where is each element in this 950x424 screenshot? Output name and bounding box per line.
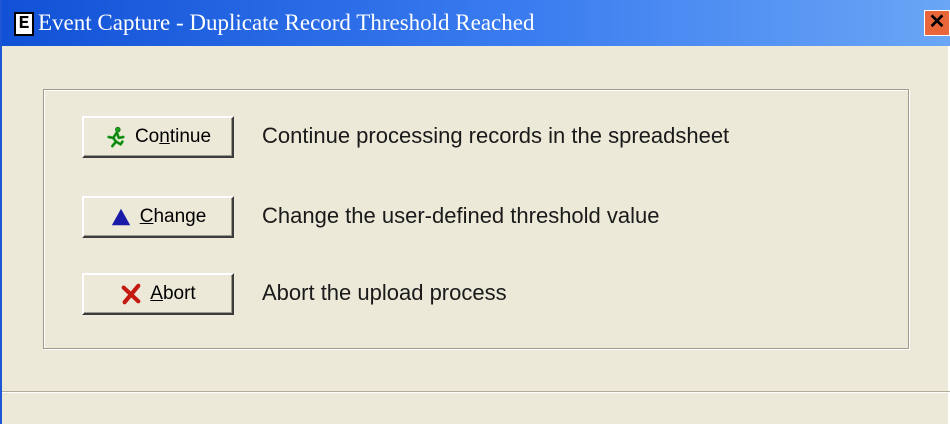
abort-description: Abort the upload process: [262, 280, 507, 305]
abort-button[interactable]: Abort: [82, 273, 234, 315]
app-icon: E: [14, 12, 34, 36]
change-button[interactable]: Change: [82, 196, 234, 238]
continue-button[interactable]: Continue: [82, 116, 234, 158]
running-man-icon: [107, 126, 125, 148]
title-bar[interactable]: E Event Capture - Duplicate Record Thres…: [2, 0, 950, 46]
blue-triangle-icon: [111, 208, 130, 226]
window-title: Event Capture - Duplicate Record Thresho…: [38, 10, 535, 35]
abort-button-label: Abort: [150, 283, 196, 304]
change-description: Change the user-defined threshold value: [262, 203, 660, 228]
continue-description: Continue processing records in the sprea…: [262, 123, 730, 148]
red-x-icon: [121, 283, 141, 305]
close-icon: ✕: [928, 11, 946, 33]
status-bar: [2, 391, 950, 424]
close-button[interactable]: ✕: [924, 10, 950, 36]
dialog-window: E Event Capture - Duplicate Record Thres…: [0, 0, 950, 424]
continue-button-label: Continue: [134, 126, 212, 147]
change-button-label: Change: [139, 206, 207, 227]
